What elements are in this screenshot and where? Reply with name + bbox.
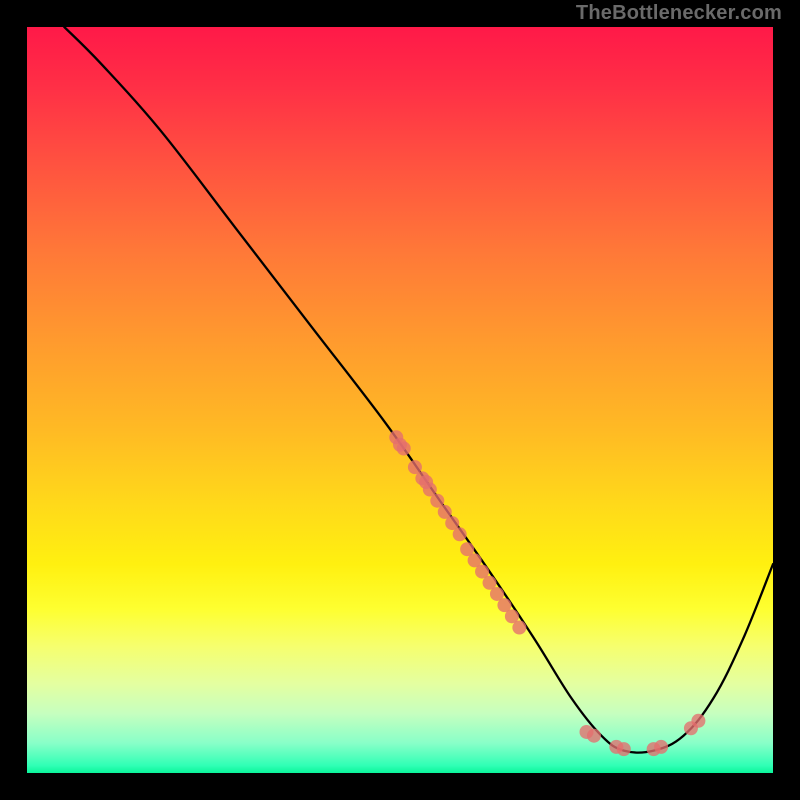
data-point — [691, 714, 705, 728]
chart-container: TheBottlenecker.com — [0, 0, 800, 800]
data-point — [512, 621, 526, 635]
attribution-text: TheBottlenecker.com — [576, 2, 782, 25]
data-point — [654, 740, 668, 754]
data-points — [27, 27, 773, 773]
plot-area — [27, 27, 773, 773]
data-point — [453, 527, 467, 541]
data-point — [587, 729, 601, 743]
data-point — [617, 742, 631, 756]
data-point — [397, 441, 411, 455]
